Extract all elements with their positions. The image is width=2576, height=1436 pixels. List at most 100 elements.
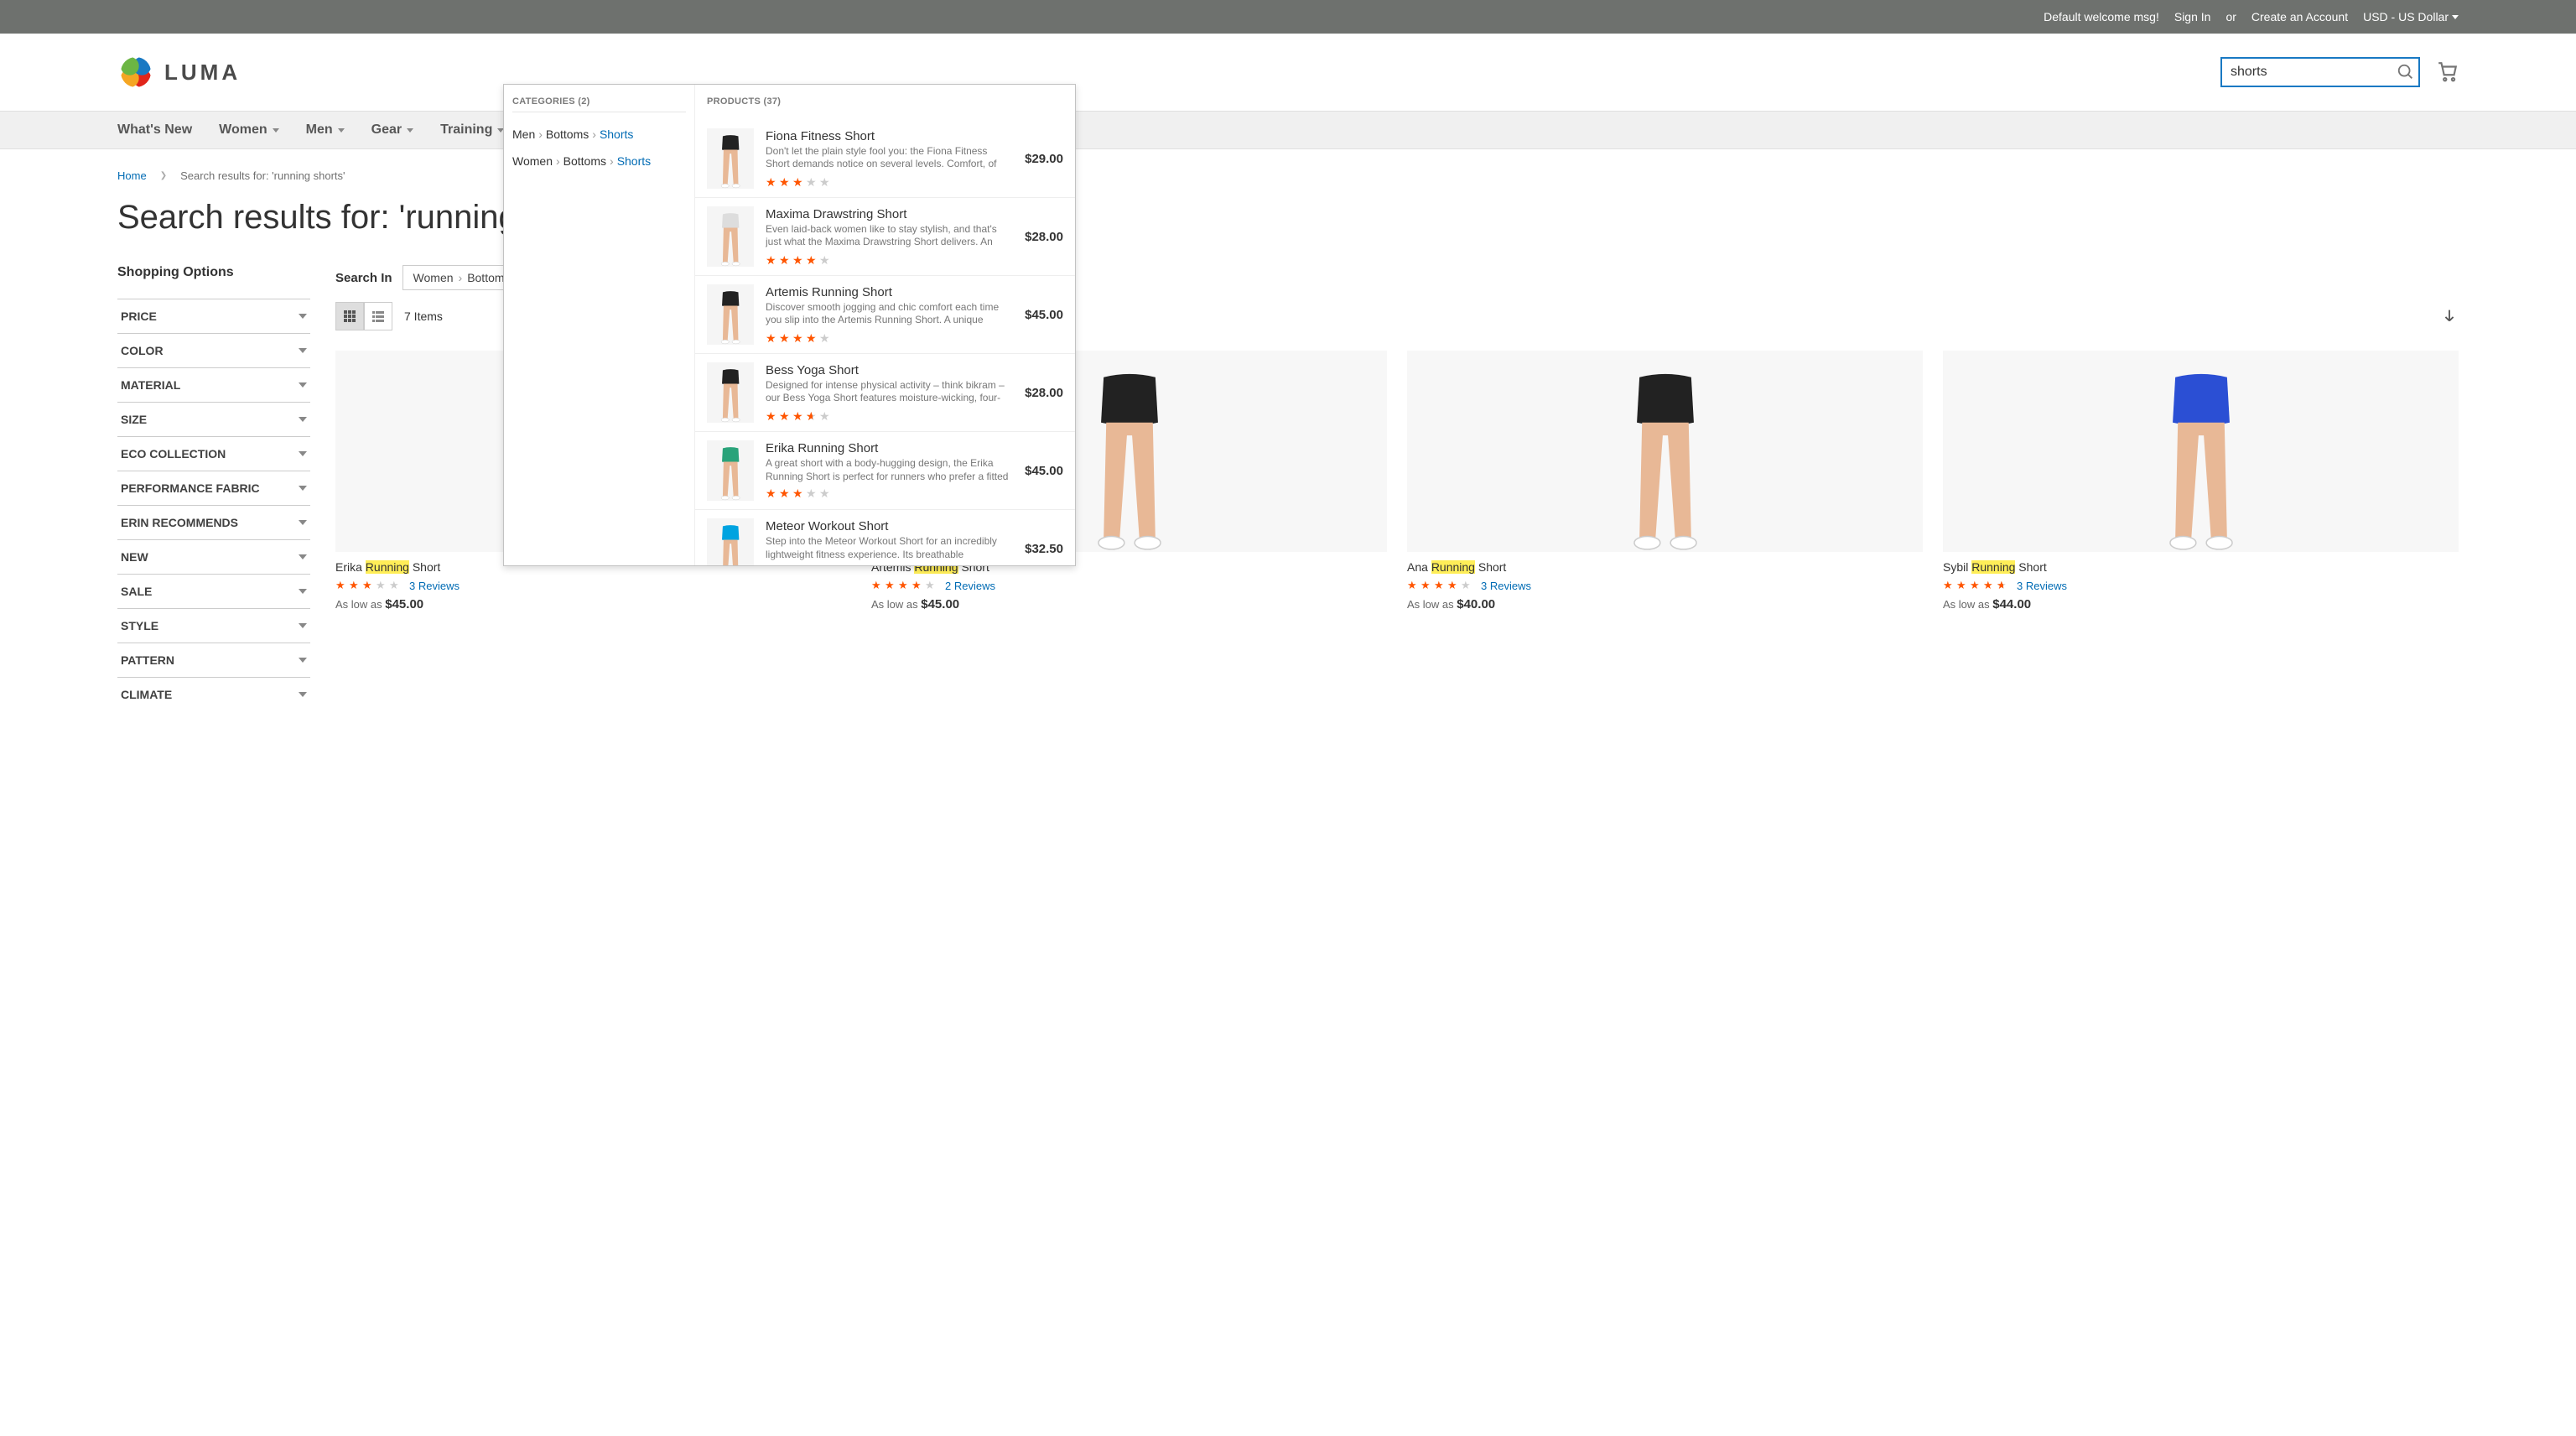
product-rating: ★★★★★ 3 Reviews bbox=[335, 579, 851, 592]
star-icon: ★ bbox=[911, 579, 925, 592]
suggest-product[interactable]: Fiona Fitness Short Don't let the plain … bbox=[695, 120, 1075, 198]
suggest-product[interactable]: Maxima Drawstring Short Even laid-back w… bbox=[695, 198, 1075, 276]
nav-item-women[interactable]: Women bbox=[219, 122, 278, 138]
logo[interactable]: LUMA bbox=[117, 54, 241, 91]
nav-item-what-s-new[interactable]: What's New bbox=[117, 122, 192, 138]
filter-label: ECO COLLECTION bbox=[121, 447, 226, 460]
filter-price[interactable]: PRICE bbox=[117, 299, 310, 333]
suggest-product-desc: Even laid-back women like to stay stylis… bbox=[766, 223, 1013, 250]
product-card[interactable]: Ana Running Short ★★★★★ 3 Reviews As low… bbox=[1407, 351, 1923, 611]
filter-erin-recommends[interactable]: ERIN RECOMMENDS bbox=[117, 505, 310, 539]
filter-label: COLOR bbox=[121, 344, 164, 357]
filter-color[interactable]: COLOR bbox=[117, 333, 310, 367]
suggest-product-name: Fiona Fitness Short bbox=[766, 129, 1013, 143]
suggest-product-rating: ★★★★★ bbox=[766, 409, 1013, 423]
filter-style[interactable]: STYLE bbox=[117, 608, 310, 643]
suggest-product[interactable]: Erika Running Short A great short with a… bbox=[695, 432, 1075, 510]
suggest-product[interactable]: Meteor Workout Short Step into the Meteo… bbox=[695, 510, 1075, 565]
topbar: Default welcome msg! Sign In or Create a… bbox=[0, 0, 2576, 34]
product-rating: ★★★★★ 3 Reviews bbox=[1407, 579, 1923, 592]
star-icon: ★ bbox=[766, 175, 779, 189]
chevron-down-icon bbox=[299, 382, 307, 388]
suggest-product-desc: A great short with a body-hugging design… bbox=[766, 457, 1013, 483]
star-icon: ★ bbox=[792, 486, 806, 500]
nav-item-training[interactable]: Training bbox=[440, 122, 504, 138]
reviews-link[interactable]: 3 Reviews bbox=[409, 580, 460, 592]
filter-sale[interactable]: SALE bbox=[117, 574, 310, 608]
star-icon: ★ bbox=[792, 175, 806, 189]
star-icon: ★ bbox=[766, 409, 779, 423]
suggest-category[interactable]: Men›Bottoms›Shorts bbox=[512, 121, 686, 148]
suggest-product-desc: Discover smooth jogging and chic comfort… bbox=[766, 301, 1013, 328]
filter-size[interactable]: SIZE bbox=[117, 402, 310, 436]
nav-item-gear[interactable]: Gear bbox=[371, 122, 413, 138]
star-icon: ★ bbox=[819, 331, 833, 345]
star-icon: ★ bbox=[389, 579, 402, 592]
star-icon: ★ bbox=[898, 579, 911, 592]
suggest-product-price: $32.50 bbox=[1025, 542, 1063, 556]
filter-label: MATERIAL bbox=[121, 378, 180, 392]
suggest-product-desc: Designed for intense physical activity –… bbox=[766, 379, 1013, 406]
page-title: Search results for: 'running bbox=[117, 199, 2459, 237]
star-icon: ★ bbox=[819, 409, 833, 423]
sort-direction-icon[interactable] bbox=[2440, 307, 2459, 325]
search-button[interactable] bbox=[2397, 63, 2415, 81]
grid-view-button[interactable] bbox=[335, 302, 364, 330]
suggest-product-price: $45.00 bbox=[1025, 464, 1063, 478]
suggest-product[interactable]: Artemis Running Short Discover smooth jo… bbox=[695, 276, 1075, 354]
nav-label: Men bbox=[306, 122, 333, 138]
filter-label: PERFORMANCE FABRIC bbox=[121, 481, 260, 495]
suggest-product-rating: ★★★★★ bbox=[766, 486, 1013, 500]
sidebar: Shopping Options PRICECOLORMATERIALSIZEE… bbox=[117, 265, 310, 711]
nav-item-men[interactable]: Men bbox=[306, 122, 345, 138]
star-icon: ★ bbox=[871, 579, 885, 592]
product-card[interactable]: Sybil Running Short ★★★★★ 3 Reviews As l… bbox=[1943, 351, 2459, 611]
welcome-msg: Default welcome msg! bbox=[2044, 10, 2159, 23]
chevron-down-icon bbox=[299, 314, 307, 319]
search-input[interactable] bbox=[2220, 57, 2420, 87]
suggest-category[interactable]: Women›Bottoms›Shorts bbox=[512, 148, 686, 174]
product-name: Ana Running Short bbox=[1407, 560, 1923, 574]
star-icon: ★ bbox=[885, 579, 898, 592]
filter-performance-fabric[interactable]: PERFORMANCE FABRIC bbox=[117, 471, 310, 505]
create-account-link[interactable]: Create an Account bbox=[2251, 10, 2348, 23]
main-nav: What's NewWomenMenGearTrainingSale bbox=[0, 111, 2576, 149]
product-image bbox=[1407, 351, 1923, 552]
suggest-product-price: $45.00 bbox=[1025, 308, 1063, 322]
list-view-button[interactable] bbox=[364, 302, 392, 330]
filter-pattern[interactable]: PATTERN bbox=[117, 643, 310, 677]
sign-in-link[interactable]: Sign In bbox=[2174, 10, 2211, 23]
currency-switcher[interactable]: USD - US Dollar bbox=[2363, 10, 2459, 23]
suggest-product-image bbox=[707, 284, 754, 345]
suggest-product-image bbox=[707, 128, 754, 189]
logo-icon bbox=[117, 54, 154, 91]
filter-new[interactable]: NEW bbox=[117, 539, 310, 574]
star-icon: ★ bbox=[1943, 579, 1956, 592]
search-box bbox=[2220, 57, 2420, 87]
reviews-link[interactable]: 3 Reviews bbox=[1481, 580, 1531, 592]
star-half-icon: ★ bbox=[1997, 579, 2010, 592]
chevron-down-icon bbox=[299, 692, 307, 697]
reviews-link[interactable]: 3 Reviews bbox=[2017, 580, 2067, 592]
filter-eco-collection[interactable]: ECO COLLECTION bbox=[117, 436, 310, 471]
star-icon: ★ bbox=[1420, 579, 1434, 592]
filter-material[interactable]: MATERIAL bbox=[117, 367, 310, 402]
breadcrumb-home[interactable]: Home bbox=[117, 169, 147, 182]
suggest-categories-header: CATEGORIES (2) bbox=[512, 96, 686, 112]
chevron-down-icon bbox=[273, 128, 279, 133]
cart-icon[interactable] bbox=[2437, 61, 2459, 83]
product-price: As low as $40.00 bbox=[1407, 597, 1923, 611]
chevron-down-icon bbox=[299, 623, 307, 628]
star-icon: ★ bbox=[779, 175, 792, 189]
star-icon: ★ bbox=[1956, 579, 1970, 592]
suggest-product-rating: ★★★★★ bbox=[766, 253, 1013, 267]
suggest-product[interactable]: Bess Yoga Short Designed for intense phy… bbox=[695, 354, 1075, 432]
chevron-down-icon bbox=[2452, 15, 2459, 19]
star-icon: ★ bbox=[792, 253, 806, 267]
reviews-link[interactable]: 2 Reviews bbox=[945, 580, 995, 592]
suggest-product-image bbox=[707, 362, 754, 423]
product-rating: ★★★★★ 3 Reviews bbox=[1943, 579, 2459, 592]
star-icon: ★ bbox=[1407, 579, 1420, 592]
filter-climate[interactable]: CLIMATE bbox=[117, 677, 310, 711]
chevron-down-icon bbox=[299, 451, 307, 456]
